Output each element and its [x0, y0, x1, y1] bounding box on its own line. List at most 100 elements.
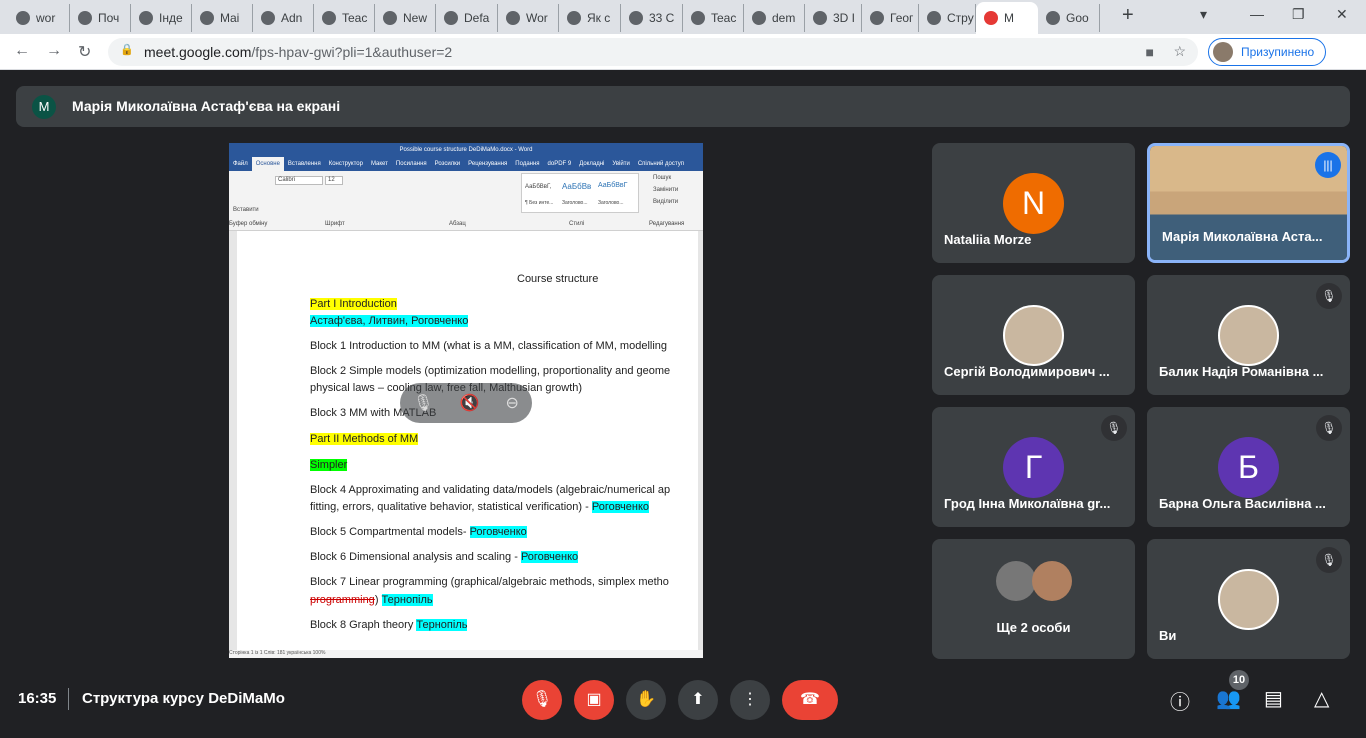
paste-button: Вставити: [233, 207, 259, 213]
browser-tab[interactable]: Як с: [559, 4, 621, 32]
word-tab: Подання: [515, 161, 540, 167]
restore-button[interactable]: ❐: [1292, 6, 1305, 23]
tab-title: Інде: [159, 11, 183, 25]
browser-tab[interactable]: 3D I: [805, 4, 862, 32]
volume-off-icon[interactable]: 🔇: [459, 393, 479, 413]
styles-gallery: АаБбВвГ, АаБбВв АаБбВвГ ¶ Без инте... За…: [521, 173, 639, 213]
size-select: 12: [325, 176, 343, 185]
favicon-icon: [506, 11, 520, 25]
word-tab: Основне: [251, 157, 284, 171]
word-status-bar: Сторінка 1 із 1 Слів: 181 українська 100…: [229, 650, 703, 658]
favicon-icon: [16, 11, 30, 25]
browser-tab[interactable]: New: [375, 4, 436, 32]
word-tab: doPDF 9: [547, 161, 572, 167]
reload-icon[interactable]: ↻: [78, 42, 91, 62]
tab-title: dem: [772, 11, 796, 25]
lock-icon: 🔒: [120, 44, 134, 56]
style-name: Заголово...: [598, 200, 624, 206]
participant-tile[interactable]: Б 🎙 Барна Ольга Василівна ...: [1147, 407, 1350, 527]
replace: Замінити: [653, 187, 679, 193]
present-button[interactable]: ⬆: [678, 680, 718, 720]
doc-highlight: Роговченко: [469, 526, 527, 538]
browser-tab[interactable]: dem: [744, 4, 805, 32]
browser-tab[interactable]: Defa: [436, 4, 498, 32]
participant-name: Балик Надія Романівна ...: [1159, 364, 1324, 379]
doc-line: Block 1 Introduction to MM (what is a MM…: [310, 340, 668, 352]
tab-title: 3D I: [833, 11, 856, 25]
avatar: [1032, 561, 1072, 601]
participant-tile[interactable]: Сергій Володимирович ...: [932, 275, 1135, 395]
browser-tab[interactable]: Поч: [70, 4, 131, 32]
word-tab: Вставлення: [287, 161, 321, 167]
group-label: Буфер обміну: [229, 221, 268, 227]
divider: [68, 688, 69, 710]
word-tab: Рецензування: [468, 161, 508, 167]
favicon-icon: [139, 11, 153, 25]
camera-icon[interactable]: ■: [1146, 44, 1154, 60]
group-label: Шрифт: [325, 221, 345, 227]
clock: 16:35: [18, 690, 57, 707]
forward-icon[interactable]: →: [46, 42, 62, 60]
more-options-button[interactable]: ⋮: [730, 680, 770, 720]
avatar: [1003, 305, 1064, 366]
word-tab: Файл: [233, 161, 248, 167]
browser-tab[interactable]: Інде: [131, 4, 192, 32]
profile-button[interactable]: Призупинено: [1208, 38, 1326, 66]
word-tab: Увійти: [612, 161, 630, 167]
info-icon[interactable]: ⓘ: [1170, 686, 1190, 715]
participant-tile[interactable]: Ще 2 особи: [932, 539, 1135, 659]
browser-tab[interactable]: 33 С: [621, 4, 683, 32]
participant-tile[interactable]: 🎙 Балик Надія Романівна ...: [1147, 275, 1350, 395]
remove-icon[interactable]: ⊖: [506, 393, 519, 413]
mic-off-icon: 🎙: [1316, 283, 1342, 309]
word-tab: Докладні: [579, 161, 605, 167]
browser-tab[interactable]: Teac: [683, 4, 744, 32]
bookmark-star-icon[interactable]: ☆: [1173, 43, 1186, 60]
avatar: N: [1003, 173, 1064, 234]
doc-line: fitting, errors, qualitative behavior, s…: [310, 501, 592, 513]
tab-title: Mai: [220, 11, 240, 25]
browser-tab[interactable]: Wor: [498, 4, 559, 32]
browser-tab-bar: wor Поч Інде Mai Adn Teac New Defa Wor Як с 33 С Te…: [0, 0, 1366, 34]
browser-tab[interactable]: Геог: [862, 4, 919, 32]
word-tab: Посилання: [395, 161, 427, 167]
doc-line: Block 4 Approximating and validating dat…: [310, 484, 671, 496]
tab-search-icon[interactable]: ▾: [1200, 6, 1207, 23]
url-input[interactable]: 🔒 meet.google.com/fps-hpav-gwi?pli=1&auth…: [108, 38, 1198, 66]
mic-off-icon[interactable]: 🎙: [413, 393, 433, 413]
browser-tab[interactable]: M: [976, 2, 1038, 34]
browser-tab[interactable]: Mai: [192, 4, 253, 32]
new-tab-button[interactable]: +: [1122, 4, 1134, 27]
browser-tab[interactable]: Teac: [314, 4, 375, 32]
doc-line: Block 2 Simple models (optimization mode…: [310, 365, 671, 377]
chat-icon[interactable]: ▤: [1264, 686, 1283, 711]
mic-off-icon: 🎙: [1101, 415, 1127, 441]
leave-call-button[interactable]: ☎: [782, 680, 838, 720]
camera-off-button[interactable]: ▣: [574, 680, 614, 720]
browser-tab[interactable]: Goo: [1038, 4, 1100, 32]
close-window-button[interactable]: ✕: [1336, 6, 1348, 23]
participant-tile[interactable]: N Nataliia Morze: [932, 143, 1135, 263]
favicon-icon: [870, 11, 884, 25]
doc-highlight: Тернопіль: [416, 619, 468, 631]
favicon-icon: [383, 11, 397, 25]
browser-tab[interactable]: Стру: [919, 4, 976, 32]
doc-line: Block 8 Graph theory: [310, 619, 417, 631]
favicon-icon: [691, 11, 705, 25]
participant-tile[interactable]: ||| Марія Миколаївна Аста...: [1147, 143, 1350, 263]
mic-off-button[interactable]: 🎙: [522, 680, 562, 720]
word-ribbon-tabs: Файл Основне Вставлення Конструктор Макет Пос…: [229, 157, 703, 171]
find: Пошук: [653, 175, 672, 181]
tab-title: Стру: [947, 11, 974, 25]
word-tab: Макет: [370, 161, 388, 167]
browser-tab[interactable]: wor: [8, 4, 70, 32]
participant-tile[interactable]: 🎙 Ви: [1147, 539, 1350, 659]
browser-tab[interactable]: Adn: [253, 4, 314, 32]
back-icon[interactable]: ←: [14, 42, 30, 60]
meet-control-bar: 16:35 Структура курсу DeDiMaMo 🎙 ▣ ✋ ⬆ ⋮…: [0, 662, 1366, 738]
participant-tile[interactable]: Г 🎙 Грод Інна Миколаївна gr...: [932, 407, 1135, 527]
minimize-button[interactable]: —: [1250, 6, 1264, 22]
raise-hand-button[interactable]: ✋: [626, 680, 666, 720]
activities-icon[interactable]: △: [1314, 686, 1329, 711]
mic-off-icon: 🎙: [1316, 547, 1342, 573]
